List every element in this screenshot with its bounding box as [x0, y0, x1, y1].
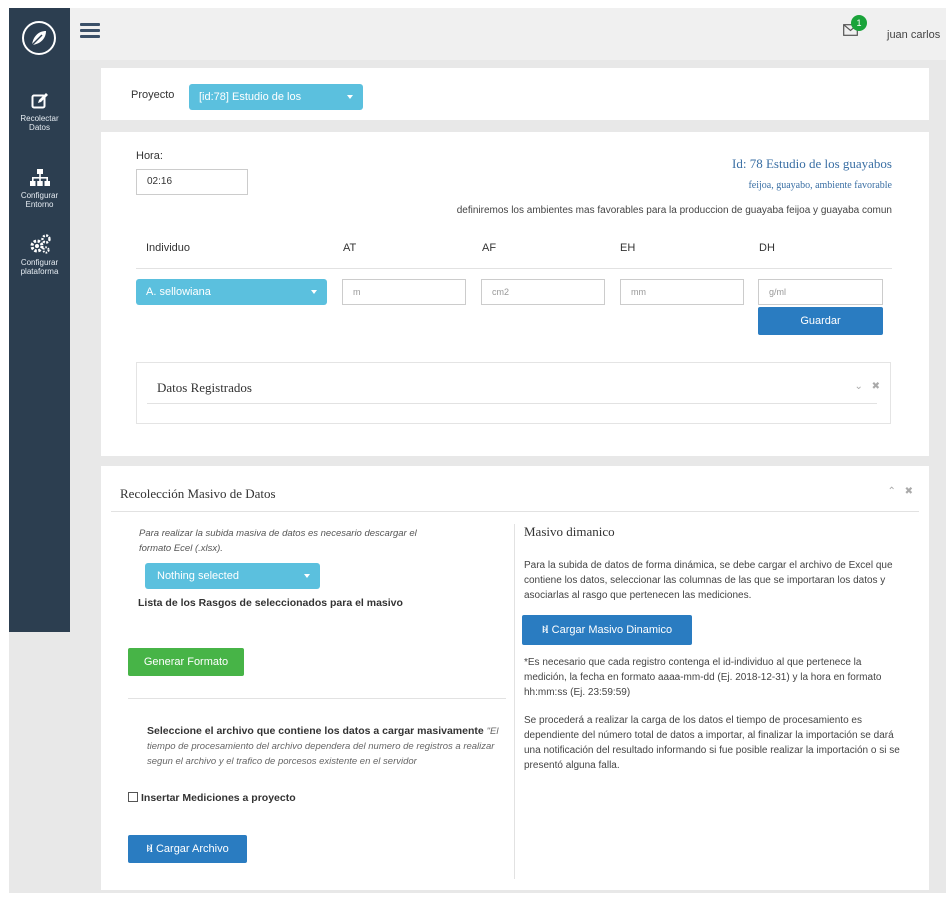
- dh-input[interactable]: g/ml: [758, 279, 883, 305]
- datos-box-tools: ⌄ ✖: [854, 381, 880, 392]
- cargar-masivo-dinamico-button[interactable]: Ⱝ Cargar Masivo Dinamico: [522, 615, 692, 645]
- leaf-logo-icon[interactable]: [22, 21, 56, 55]
- hora-input[interactable]: 02:16: [136, 169, 248, 195]
- hora-label: Hora:: [136, 150, 163, 162]
- chevron-down-icon[interactable]: ⌄: [854, 381, 862, 392]
- header-divider: [136, 268, 892, 269]
- masivo-note-line-1: Para realizar la subida masiva de datos …: [139, 528, 417, 539]
- gears-icon: [30, 234, 51, 254]
- checkbox-box[interactable]: [128, 792, 138, 802]
- eh-input[interactable]: mm: [620, 279, 744, 305]
- sidebar-item-label: Entorno: [25, 200, 54, 209]
- masivo-note-line-2: formato Ecel (.xlsx).: [139, 543, 223, 554]
- sitemap-icon: [29, 169, 50, 186]
- column-divider: [514, 524, 515, 879]
- chevron-up-icon[interactable]: ⌃: [887, 486, 895, 497]
- column-header-dh: DH: [759, 242, 775, 254]
- user-name[interactable]: juan carlos: [887, 29, 940, 41]
- cargar-masivo-label: Cargar Masivo Dinamico: [551, 624, 673, 636]
- proyecto-panel: Proyecto [id:78] Estudio de los: [101, 68, 929, 120]
- hamburger-menu-icon[interactable]: [80, 23, 100, 39]
- rasgos-select[interactable]: Nothing selected: [145, 563, 320, 589]
- column-header-individuo: Individuo: [146, 242, 191, 254]
- upload-icon: Ⱝ: [541, 624, 549, 636]
- proyecto-label: Proyecto: [131, 89, 175, 101]
- datos-registrados-box: Datos Registrados ⌄ ✖: [136, 362, 891, 424]
- close-icon[interactable]: ✖: [905, 486, 913, 497]
- sidebar-item-configurar-entorno[interactable]: Configurar Entorno: [9, 169, 70, 209]
- sidebar-item-label: plataforma: [20, 267, 59, 276]
- sidebar-item-recolectar[interactable]: Recolectar Datos: [9, 92, 70, 132]
- masivo-dinamico-text-2: *Es necesario que cada registro contenga…: [524, 657, 882, 698]
- masivo-divider: [111, 511, 919, 512]
- generar-formato-button[interactable]: Generar Formato: [128, 648, 244, 676]
- column-header-eh: EH: [620, 242, 636, 254]
- masivo-dinamico-text-1: Para la subida de datos de forma dinámic…: [524, 560, 893, 601]
- rasgos-select-value: Nothing selected: [157, 570, 239, 582]
- insertar-mediciones-checkbox[interactable]: Insertar Mediciones a proyecto: [128, 792, 296, 804]
- caret-down-icon: [304, 574, 310, 578]
- notification-badge: 1: [851, 15, 867, 31]
- cargar-archivo-button[interactable]: Ⱝ Cargar Archivo: [128, 835, 247, 863]
- select-file-label: Seleccione el archivo que contiene los d…: [147, 725, 484, 737]
- sidebar-item-label: Configurar: [20, 191, 59, 200]
- datos-divider: [147, 403, 877, 404]
- checkbox-label: Insertar Mediciones a proyecto: [141, 792, 296, 804]
- masivo-dinamico-text-3: Se procederá a realizar la carga de los …: [524, 715, 900, 771]
- project-description: definiremos los ambientes mas favorables…: [456, 205, 892, 216]
- sidebar-item-label: Recolectar: [20, 114, 59, 123]
- individuo-select-value: A. sellowiana: [146, 286, 211, 298]
- proyecto-select-value: [id:78] Estudio de los: [199, 91, 302, 103]
- close-icon[interactable]: ✖: [872, 381, 880, 392]
- caret-down-icon: [311, 290, 317, 294]
- column-header-at: AT: [343, 242, 357, 254]
- at-input[interactable]: m: [342, 279, 466, 305]
- guardar-button[interactable]: Guardar: [758, 307, 883, 335]
- cargar-archivo-label: Cargar Archivo: [155, 843, 229, 855]
- sidebar-item-label: Configurar: [20, 258, 59, 267]
- sidebar: Recolectar Datos Configurar Entorno Conf…: [9, 8, 70, 632]
- rasgos-label: Lista de los Rasgos de seleccionados par…: [138, 597, 403, 609]
- datos-registrados-title: Datos Registrados: [157, 380, 252, 395]
- sidebar-item-label: Datos: [29, 123, 50, 132]
- select-file-text: Seleccione el archivo que contiene los d…: [147, 724, 505, 769]
- sidebar-item-configurar-plataforma[interactable]: Configurar plataforma: [9, 234, 70, 276]
- individuo-select[interactable]: A. sellowiana: [136, 279, 327, 305]
- project-id-title: Id: 78 Estudio de los guayabos: [732, 156, 892, 171]
- af-input[interactable]: cm2: [481, 279, 605, 305]
- edit-icon: [31, 93, 48, 109]
- left-divider: [128, 698, 506, 699]
- caret-down-icon: [347, 95, 353, 99]
- project-tags: feijoa, guayabo, ambiente favorable: [748, 180, 892, 191]
- column-header-af: AF: [482, 242, 497, 254]
- upload-icon: Ⱝ: [146, 843, 153, 855]
- registro-panel: Hora: 02:16 Id: 78 Estudio de los guayab…: [101, 132, 929, 456]
- masivo-panel-tools: ⌃ ✖: [887, 486, 913, 497]
- proyecto-select[interactable]: [id:78] Estudio de los: [189, 84, 363, 110]
- masivo-dinamico-title: Masivo dimanico: [524, 524, 615, 539]
- masivo-panel: Recolección Masivo de Datos ⌃ ✖ Para rea…: [101, 466, 929, 890]
- masivo-title: Recolección Masivo de Datos: [120, 486, 276, 501]
- top-navbar: 1 juan carlos: [70, 8, 946, 60]
